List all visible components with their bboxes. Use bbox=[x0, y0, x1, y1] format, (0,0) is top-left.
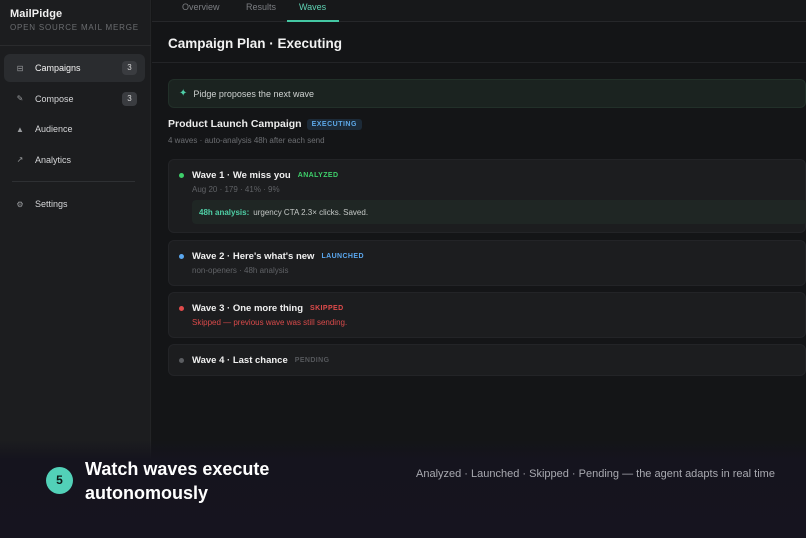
wave-title: Wave 3 · One more thing bbox=[192, 303, 304, 314]
wave-status: PENDING bbox=[294, 357, 330, 364]
caption-overlay: 5 Watch waves execute autonomously Analy… bbox=[0, 440, 806, 538]
step-number-badge: 5 bbox=[46, 467, 73, 494]
wave-header: Wave 3 · One more thing SKIPPED bbox=[179, 303, 344, 314]
status-dot-icon bbox=[179, 173, 184, 178]
status-dot-icon bbox=[179, 358, 184, 363]
sidebar-item-compose[interactable]: ✎ Compose 3 bbox=[4, 85, 145, 113]
app-tagline: OPEN SOURCE MAIL MERGE bbox=[10, 23, 139, 32]
wave-stats: non-openers · 48h analysis bbox=[192, 266, 289, 275]
wave-title: Wave 1 · We miss you bbox=[192, 170, 291, 181]
wave-stats: Aug 20 · 179 · 41% · 9% bbox=[192, 185, 280, 194]
page-header: Campaign Plan · Executing bbox=[152, 23, 806, 63]
wave-card[interactable]: Wave 3 · One more thing SKIPPED Skipped … bbox=[168, 292, 806, 338]
status-dot-icon bbox=[179, 254, 184, 259]
wave-status: LAUNCHED bbox=[321, 253, 364, 260]
wave-title: Wave 2 · Here's what's new bbox=[192, 251, 315, 262]
campaign-meta: 4 waves · auto-analysis 48h after each s… bbox=[168, 136, 325, 145]
caption-title: Watch waves execute autonomously bbox=[85, 459, 270, 503]
analysis-text: urgency CTA 2.3× clicks. Saved. bbox=[253, 207, 369, 217]
sparkle-icon: ✦ bbox=[179, 88, 188, 99]
sidebar-item-campaigns[interactable]: ⊟ Campaigns 3 bbox=[4, 54, 145, 82]
gear-icon: ⚙ bbox=[16, 199, 24, 209]
wave-card[interactable]: Wave 1 · We miss you ANALYZED Aug 20 · 1… bbox=[168, 159, 806, 233]
app-window: MailPidge OPEN SOURCE MAIL MERGE ⊟ Campa… bbox=[0, 0, 806, 538]
sidebar-item-analytics[interactable]: ↗ Analytics bbox=[4, 146, 145, 174]
pencil-icon: ✎ bbox=[16, 94, 24, 103]
tab-results[interactable]: Results bbox=[246, 2, 276, 12]
wave-status: ANALYZED bbox=[297, 172, 339, 179]
caption-description: Analyzed · Launched · Skipped · Pending … bbox=[416, 468, 775, 480]
sidebar-item-settings[interactable]: ⚙ Settings bbox=[4, 190, 145, 218]
tab-overview[interactable]: Overview bbox=[182, 2, 220, 12]
app-name: MailPidge bbox=[10, 8, 63, 20]
sidebar-item-label: Settings bbox=[35, 199, 68, 209]
wave-header: Wave 2 · Here's what's new LAUNCHED bbox=[179, 251, 364, 262]
proposal-banner[interactable]: ✦ Pidge proposes the next wave bbox=[168, 79, 806, 108]
count-badge: 3 bbox=[122, 61, 137, 75]
sidebar-item-label: Compose bbox=[35, 93, 74, 104]
wave-header: Wave 4 · Last chance PENDING bbox=[179, 355, 329, 366]
status-badge: EXECUTING bbox=[306, 118, 362, 130]
sidebar-item-label: Audience bbox=[35, 124, 73, 134]
analysis-note: 48h analysis: urgency CTA 2.3× clicks. S… bbox=[192, 200, 806, 224]
wave-card[interactable]: Wave 2 · Here's what's new LAUNCHED non-… bbox=[168, 240, 806, 286]
status-dot-icon bbox=[179, 306, 184, 311]
campaign-name: Product Launch Campaign bbox=[168, 118, 302, 130]
campaign-heading: Product Launch Campaign EXECUTING bbox=[168, 118, 362, 130]
sidebar-item-label: Campaigns bbox=[35, 63, 81, 73]
analysis-label: 48h analysis: bbox=[199, 207, 250, 217]
divider bbox=[12, 181, 135, 182]
page-title: Campaign Plan · Executing bbox=[168, 36, 343, 51]
proposal-text: Pidge proposes the next wave bbox=[193, 88, 314, 99]
person-icon: ▲ bbox=[16, 124, 24, 134]
brand: MailPidge OPEN SOURCE MAIL MERGE bbox=[10, 8, 139, 32]
sidebar-item-audience[interactable]: ▲ Audience bbox=[4, 115, 145, 143]
active-tab-indicator bbox=[287, 20, 339, 22]
wave-stats: Skipped — previous wave was still sendin… bbox=[192, 318, 348, 327]
wave-status: SKIPPED bbox=[310, 305, 344, 312]
wave-header: Wave 1 · We miss you ANALYZED bbox=[179, 170, 338, 181]
trend-arrow-icon: ↗ bbox=[16, 155, 24, 164]
wave-card[interactable]: Wave 4 · Last chance PENDING bbox=[168, 344, 806, 376]
tab-bar: Overview Results Waves bbox=[152, 0, 806, 22]
tab-waves[interactable]: Waves bbox=[299, 2, 326, 12]
sidebar-settings: ⚙ Settings bbox=[4, 190, 145, 221]
sidebar-item-label: Analytics bbox=[35, 154, 72, 165]
sidebar-nav: ⊟ Campaigns 3 ✎ Compose 3 ▲ Audience ↗ A… bbox=[4, 54, 145, 176]
divider bbox=[0, 45, 151, 46]
inbox-icon: ⊟ bbox=[16, 63, 24, 73]
wave-title: Wave 4 · Last chance bbox=[192, 355, 288, 366]
count-badge: 3 bbox=[122, 91, 137, 106]
